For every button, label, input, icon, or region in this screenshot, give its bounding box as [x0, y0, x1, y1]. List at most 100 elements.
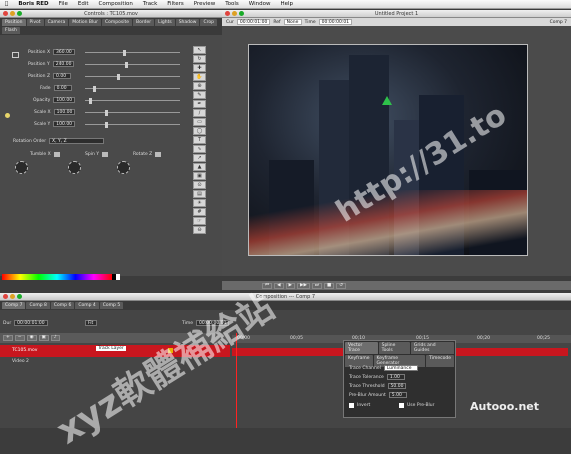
position-y-field[interactable]: 240.00 — [52, 61, 75, 67]
fade-slider[interactable] — [85, 86, 180, 92]
tab-grids-guides[interactable]: Grids and Guides — [410, 342, 454, 354]
invert-checkbox[interactable] — [349, 403, 354, 408]
light-tool-icon[interactable]: ☀ — [193, 199, 206, 207]
tab-comp-7[interactable]: Comp 7 — [2, 302, 26, 309]
zoom-button[interactable] — [17, 11, 22, 16]
rotate-tool-icon[interactable]: ↻ — [193, 55, 206, 63]
selection-box[interactable] — [248, 44, 528, 256]
pen-tool-icon[interactable]: ✎ — [193, 91, 206, 99]
lock-icon[interactable]: ▣ — [38, 335, 49, 341]
clone-tool-icon[interactable]: ⊙ — [193, 181, 206, 189]
minimize-button[interactable] — [10, 294, 15, 299]
audio-icon[interactable]: ♪ — [50, 335, 60, 341]
tab-spline-tools[interactable]: Spline Tools — [378, 342, 410, 354]
menu-preview[interactable]: Preview — [189, 1, 220, 7]
pan-tool-icon[interactable]: ✋ — [193, 73, 206, 81]
scale-y-slider[interactable] — [85, 122, 180, 128]
pre-blur-field[interactable]: 5.00 — [388, 392, 407, 398]
text-tool-icon[interactable]: T — [193, 136, 206, 144]
minimize-button[interactable] — [10, 11, 15, 16]
app-menu[interactable]: Boris RED — [13, 1, 53, 7]
eye-icon[interactable]: ◉ — [26, 335, 37, 341]
zoom-out-tool-icon[interactable]: ⊖ — [193, 226, 206, 234]
tab-comp-6[interactable]: Comp 6 — [50, 302, 75, 309]
rect-tool-icon[interactable]: ▭ — [193, 118, 206, 126]
tab-comp-4[interactable]: Comp 4 — [75, 302, 99, 309]
line-tool-icon[interactable]: ∕ — [193, 109, 206, 117]
close-button[interactable] — [225, 11, 230, 16]
preview-titlebar[interactable]: Untitled Project 1 — [222, 10, 571, 18]
tab-shadow[interactable]: Shadow — [175, 19, 200, 26]
select-arrow-icon[interactable]: ↖ — [193, 46, 206, 54]
tumble-x-dial[interactable] — [15, 161, 28, 174]
position-z-slider[interactable] — [85, 74, 180, 80]
brush-tool-icon[interactable]: ✒ — [193, 100, 206, 108]
zoom-button[interactable] — [17, 294, 22, 299]
tab-composite[interactable]: Composite — [101, 19, 133, 26]
scale-x-field[interactable]: 100.00 — [53, 109, 76, 115]
delete-track-icon[interactable]: − — [14, 335, 25, 341]
scale-x-slider[interactable] — [85, 110, 180, 116]
step-forward-icon[interactable]: ▶▶ — [297, 282, 310, 289]
cur-field[interactable]: 00:00:01:00 — [236, 19, 271, 25]
hand-tool-icon[interactable]: ☞ — [193, 217, 206, 225]
menu-composition[interactable]: Composition — [94, 1, 138, 7]
opacity-field[interactable]: 100.00 — [53, 97, 76, 103]
trace-threshold-field[interactable]: 50.00 — [387, 383, 407, 389]
fade-field[interactable]: 0.00 — [53, 85, 72, 91]
loop-icon[interactable]: ↺ — [336, 282, 347, 289]
step-back-icon[interactable]: ◀ — [274, 282, 284, 289]
menu-filters[interactable]: Filters — [162, 1, 189, 7]
anchor-point-icon[interactable] — [382, 96, 392, 105]
tab-camera[interactable]: Camera — [44, 19, 69, 26]
stop-icon[interactable]: ■ — [323, 282, 335, 289]
zoom-button[interactable] — [239, 11, 244, 16]
go-end-icon[interactable]: ⏭ — [311, 282, 322, 289]
tab-comp-5[interactable]: Comp 5 — [99, 302, 124, 309]
close-button[interactable] — [3, 294, 8, 299]
menu-window[interactable]: Window — [244, 1, 276, 7]
position-z-field[interactable]: 0.00 — [53, 73, 72, 79]
position-x-slider[interactable] — [85, 50, 180, 56]
menu-edit[interactable]: Edit — [73, 1, 94, 7]
tab-vector-trace[interactable]: Vector Trace — [345, 342, 378, 354]
tab-pivot[interactable]: Pivot — [26, 19, 44, 26]
eyedropper-icon[interactable]: ↗ — [193, 154, 206, 162]
minimize-button[interactable] — [232, 11, 237, 16]
ref-field[interactable]: None — [283, 19, 302, 25]
tab-flash[interactable]: Flash — [2, 27, 20, 34]
trace-channel-select[interactable]: Luminance — [383, 365, 418, 371]
tab-motion-blur[interactable]: Motion Blur — [69, 19, 101, 26]
use-preblur-checkbox[interactable] — [399, 403, 404, 408]
grid-tool-icon[interactable]: # — [193, 208, 206, 216]
eraser-icon[interactable]: ▣ — [193, 172, 206, 180]
keyframe-icon[interactable] — [12, 52, 19, 58]
color-palette[interactable] — [2, 274, 112, 280]
menu-track[interactable]: Track — [138, 1, 162, 7]
spline-tool-icon[interactable]: ∿ — [193, 145, 206, 153]
zoom-tool-icon[interactable]: ⊕ — [193, 82, 206, 90]
close-button[interactable] — [3, 11, 8, 16]
position-y-slider[interactable] — [85, 62, 180, 68]
tab-lights[interactable]: Lights — [155, 19, 175, 26]
tab-timecode[interactable]: Timecode — [426, 355, 454, 367]
camera-tool-icon[interactable]: ▤ — [193, 190, 206, 198]
apple-menu[interactable]:  — [0, 1, 13, 7]
tab-position[interactable]: Position — [2, 19, 26, 26]
duration-field[interactable]: 00:00:01:00 — [14, 320, 48, 326]
scale-y-field[interactable]: 100.00 — [53, 121, 76, 127]
paint-bucket-icon[interactable]: ▲ — [193, 163, 206, 171]
composition-titlebar[interactable]: Composition --- Comp 7 — [0, 293, 571, 301]
rotate-z-dial[interactable] — [117, 161, 130, 174]
controls-titlebar[interactable]: Controls : TC105.mov — [0, 10, 222, 18]
fit-select[interactable]: Fit — [85, 320, 97, 326]
rotation-order-select[interactable]: X, Y, Z — [49, 138, 105, 144]
tab-border[interactable]: Border — [133, 19, 155, 26]
go-start-icon[interactable]: ⏮ — [262, 282, 273, 289]
tab-comp-8[interactable]: Comp 8 — [26, 302, 50, 309]
opacity-slider[interactable] — [85, 98, 180, 104]
time-field[interactable]: 00:00:00:01 — [318, 19, 353, 25]
spin-y-dial[interactable] — [68, 161, 81, 174]
tab-crop[interactable]: Crop — [200, 19, 217, 26]
move-tool-icon[interactable]: ✚ — [193, 64, 206, 72]
